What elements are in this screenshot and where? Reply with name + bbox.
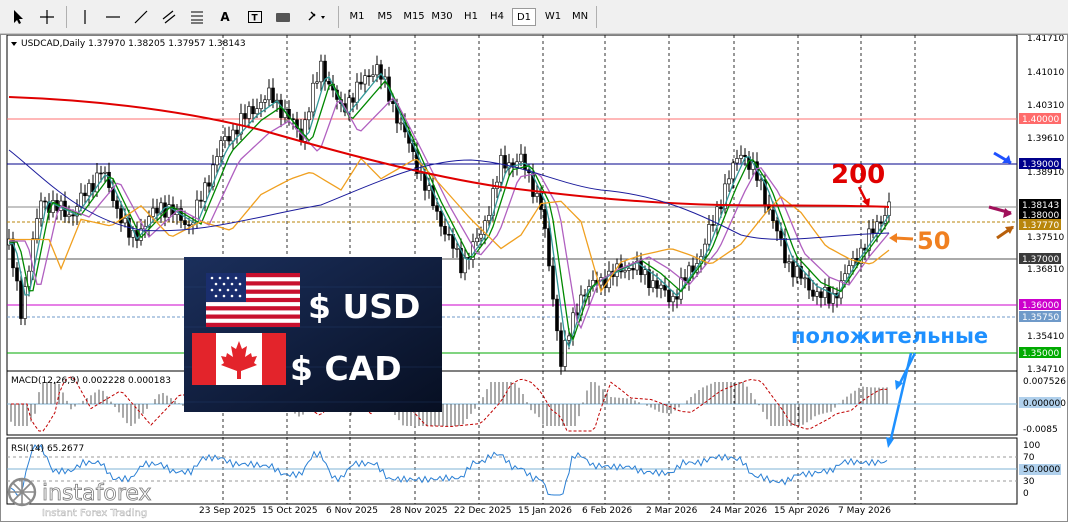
usd-cad-banner: $ USD $ CAD <box>184 257 442 412</box>
chart-symbol-header: USDCAD,Daily 1.37970 1.38205 1.37957 1.3… <box>21 39 246 49</box>
svg-text:T: T <box>252 14 259 24</box>
macd-label: -0.0085 <box>1023 425 1058 435</box>
macd-label: 0.000000 <box>1023 399 1066 409</box>
ma50-annotation: 50 <box>917 227 950 255</box>
chart-toolbar: A T M1 M5 M15 M30 H1 H4 D1 W1 MN <box>0 0 1068 34</box>
us-flag-icon <box>206 273 300 327</box>
date-label: 28 Nov 2025 <box>390 506 448 516</box>
level-tag: 1.35750 <box>1022 313 1059 323</box>
timeframe-mn[interactable]: MN <box>568 8 592 26</box>
price-label: 1.35410 <box>1027 332 1064 342</box>
price-label: 1.36810 <box>1027 265 1064 275</box>
canada-flag-icon <box>192 333 286 385</box>
fibonacci-tool-icon[interactable] <box>186 6 208 28</box>
date-label: 6 Nov 2025 <box>326 506 378 516</box>
shapes-dropdown-icon[interactable] <box>304 6 330 28</box>
moving-average-lines <box>8 72 890 349</box>
timeframe-m1[interactable]: M1 <box>344 8 370 26</box>
rsi-label: 100 <box>1023 441 1040 451</box>
rsi-label: 50.0000 <box>1023 465 1060 475</box>
timeframe-m30[interactable]: M30 <box>428 8 456 26</box>
timeframe-d1[interactable]: D1 <box>512 8 536 26</box>
date-label: 24 Mar 2026 <box>710 506 767 516</box>
price-label: 1.41010 <box>1027 68 1064 78</box>
date-label: 6 Feb 2026 <box>582 506 633 516</box>
macd-label: 0.007526 <box>1023 377 1066 387</box>
logo-name: instaforex <box>42 481 152 506</box>
level-tag: 1.37770 <box>1022 221 1059 231</box>
date-label: 22 Dec 2025 <box>454 506 512 516</box>
channel-tool-icon[interactable] <box>158 6 180 28</box>
timeframe-w1[interactable]: W1 <box>540 8 566 26</box>
label-tool-icon[interactable]: T <box>244 6 266 28</box>
timeframe-m15[interactable]: M15 <box>400 8 428 26</box>
positive-annotation: положительные <box>791 324 988 348</box>
date-label: 2 Mar 2026 <box>646 506 698 516</box>
cursor-tool-icon[interactable] <box>8 6 30 28</box>
horizontal-line-tool-icon[interactable] <box>102 6 124 28</box>
vertical-line-tool-icon[interactable] <box>74 6 96 28</box>
price-chart[interactable]: USDCAD,Daily 1.37970 1.38205 1.37957 1.3… <box>1 34 1067 521</box>
rsi-label: 30 <box>1023 477 1035 487</box>
logo-tagline: Instant Forex Trading <box>42 508 147 519</box>
timeframe-h1[interactable]: H1 <box>458 8 484 26</box>
rectangle-tool-icon[interactable] <box>272 6 294 28</box>
trendline-tool-icon[interactable] <box>130 6 152 28</box>
date-label: 23 Sep 2025 <box>199 506 256 516</box>
price-label: 1.39610 <box>1027 134 1064 144</box>
date-label: 7 May 2026 <box>838 506 891 516</box>
rsi-label: 0 <box>1023 489 1029 499</box>
chart-window: USDCAD,Daily 1.37970 1.38205 1.37957 1.3… <box>0 34 1068 522</box>
level-tag: 1.40000 <box>1022 115 1059 125</box>
rsi-header: RSI(14) 65.2677 <box>11 444 84 454</box>
ma200-annotation: 200 <box>831 160 885 190</box>
level-tag: 1.37000 <box>1022 255 1059 265</box>
text-tool-icon[interactable]: A <box>214 6 236 28</box>
date-label: 15 Jan 2026 <box>518 506 572 516</box>
cad-label: $ CAD <box>290 349 402 388</box>
level-tag: 1.35000 <box>1022 349 1059 359</box>
date-label: 15 Apr 2026 <box>774 506 830 516</box>
price-label: 1.40310 <box>1027 101 1064 111</box>
crosshair-tool-icon[interactable] <box>36 6 58 28</box>
candlestick-series <box>7 54 891 375</box>
rsi-label: 70 <box>1023 453 1035 463</box>
level-tag: 1.39000 <box>1022 160 1059 170</box>
date-label: 15 Oct 2025 <box>262 506 318 516</box>
timeframe-h4[interactable]: H4 <box>484 8 510 26</box>
usd-label: $ USD <box>308 287 421 326</box>
price-label: 1.34710 <box>1027 365 1064 375</box>
level-tag: 1.36000 <box>1022 301 1059 311</box>
price-label: 1.41710 <box>1027 35 1064 44</box>
price-label: 1.37510 <box>1027 233 1064 243</box>
instaforex-logo: instaforex Instant Forex Trading <box>0 474 190 522</box>
macd-header: MACD(12,26,9) 0.002228 0.000183 <box>11 376 171 386</box>
timeframe-m5[interactable]: M5 <box>372 8 398 26</box>
